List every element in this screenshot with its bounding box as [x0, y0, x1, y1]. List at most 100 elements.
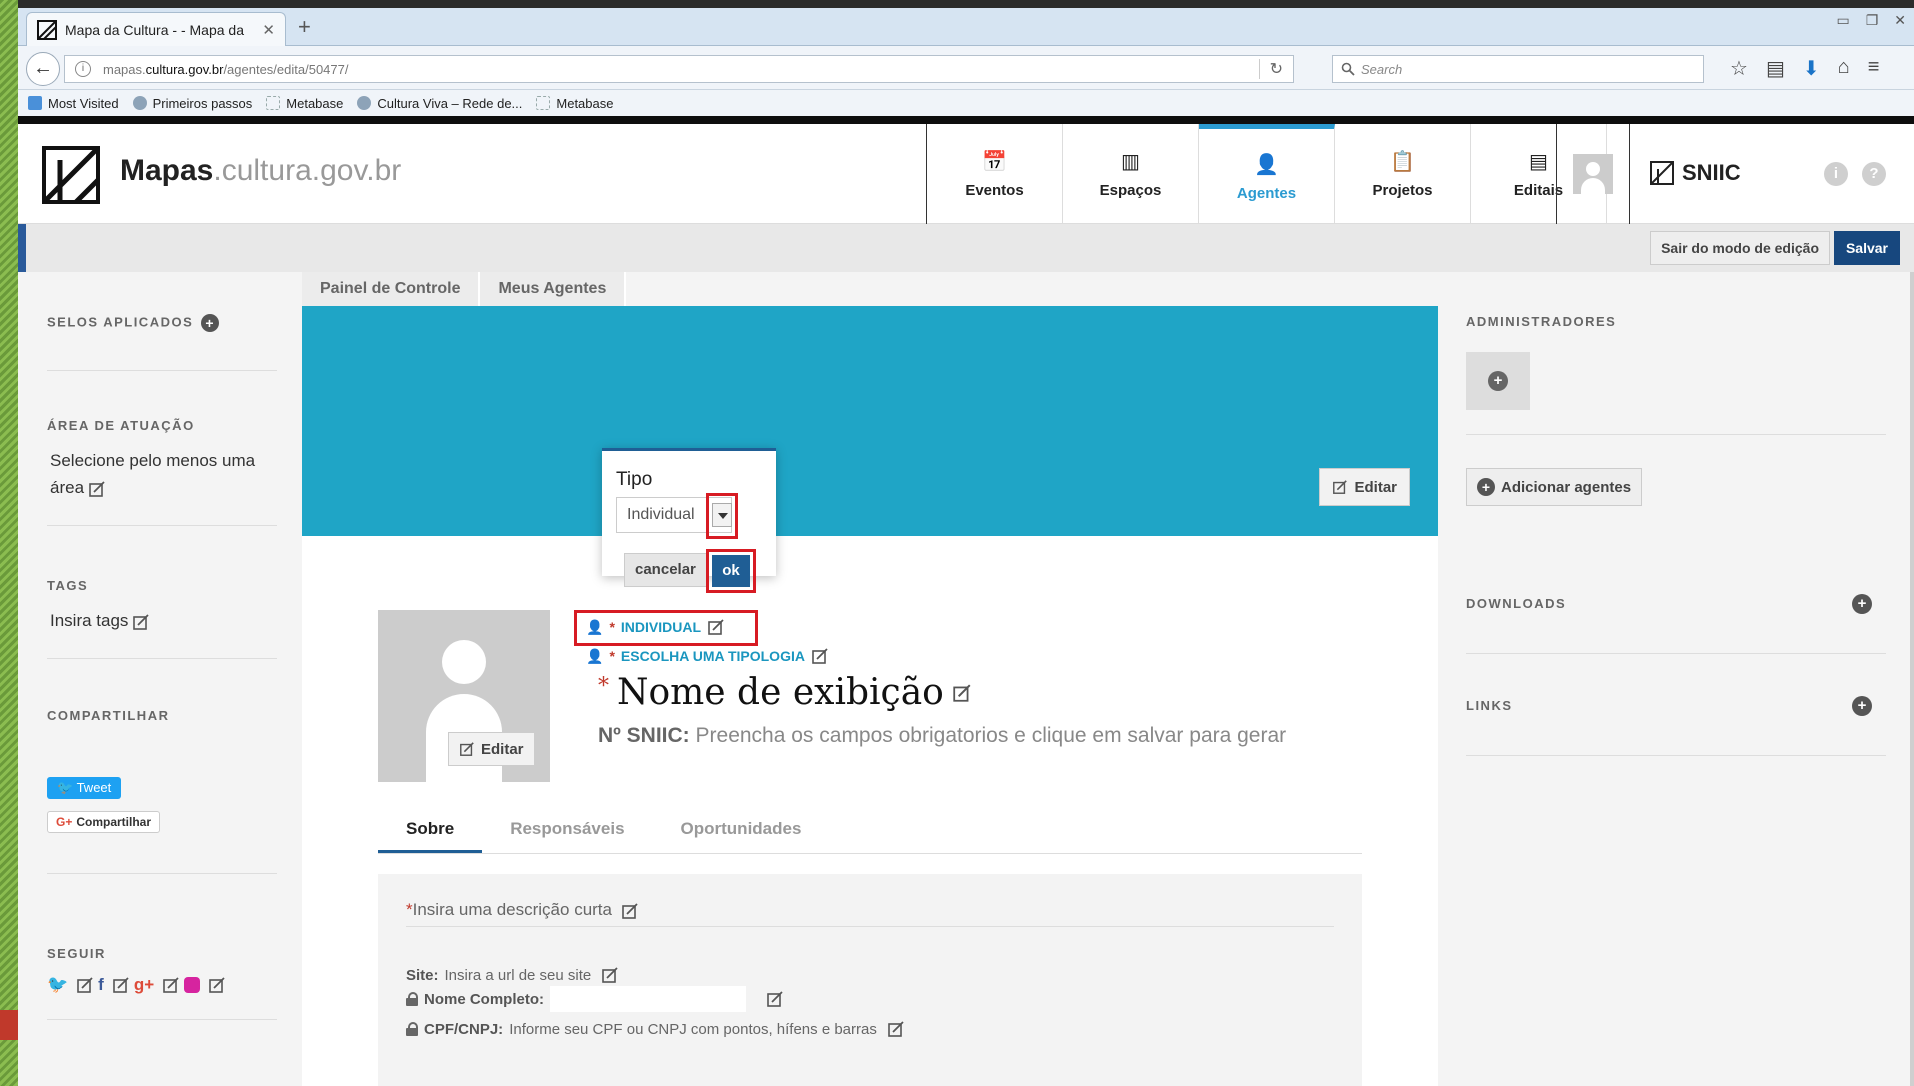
- close-window-icon[interactable]: ✕: [1894, 12, 1906, 29]
- edit-icon[interactable]: [208, 976, 226, 994]
- cpf-cnpj-field[interactable]: CPF/CNPJ: Informe seu CPF ou CNPJ com pon…: [406, 1020, 905, 1038]
- plus-icon: +: [1488, 371, 1508, 391]
- edit-icon: [1333, 480, 1348, 494]
- reload-icon[interactable]: ↻: [1258, 59, 1283, 79]
- agent-avatar: Editar: [378, 610, 550, 782]
- window-controls: ▭ ❐ ✕: [1836, 12, 1906, 29]
- downloads-section: DOWNLOADS +: [1466, 594, 1886, 654]
- breadcrumb-painel[interactable]: Painel de Controle: [302, 272, 481, 306]
- edit-icon[interactable]: [132, 613, 150, 631]
- edit-icon[interactable]: [952, 683, 972, 703]
- nav-eventos[interactable]: 📅 Eventos: [927, 124, 1063, 224]
- tab-oportunidades[interactable]: Oportunidades: [653, 806, 830, 853]
- bookmark-most-visited[interactable]: Most Visited: [28, 96, 119, 111]
- facebook-icon[interactable]: f: [98, 975, 104, 995]
- nav-agentes[interactable]: 👤 Agentes: [1199, 124, 1335, 224]
- menu-icon[interactable]: ≡: [1868, 56, 1880, 81]
- edit-icon[interactable]: [162, 976, 180, 994]
- info-icon[interactable]: i: [75, 61, 91, 77]
- sniic-number: Nº SNIIC: Preencha os campos obrigatorio…: [598, 724, 1287, 747]
- back-arrow-icon[interactable]: ←: [26, 52, 60, 86]
- edit-icon[interactable]: [621, 902, 639, 920]
- site-brand[interactable]: Mapas.cultura.gov.br: [120, 154, 401, 188]
- bookmark-cultura-viva[interactable]: Cultura Viva – Rede de...: [357, 96, 522, 111]
- new-tab-icon[interactable]: +: [298, 14, 311, 40]
- user-menu[interactable]: [1556, 124, 1630, 224]
- bookmark-metabase-2[interactable]: Metabase: [536, 96, 613, 111]
- tab-responsaveis[interactable]: Responsáveis: [482, 806, 652, 853]
- minimize-icon[interactable]: ▭: [1836, 12, 1849, 29]
- url-bar[interactable]: i mapas. cultura.gov.br/agentes/edita/504…: [64, 55, 1294, 83]
- cancel-button[interactable]: cancelar: [624, 553, 707, 587]
- site-field[interactable]: Site: Insira a url de seu site: [406, 966, 619, 984]
- info-icon[interactable]: i: [1824, 162, 1848, 186]
- help-icon[interactable]: ?: [1862, 162, 1886, 186]
- edit-avatar-button[interactable]: Editar: [448, 732, 535, 766]
- breadcrumb-meus-agentes[interactable]: Meus Agentes: [480, 272, 627, 306]
- search-bar[interactable]: Search: [1332, 55, 1704, 83]
- tags-section: TAGS Insira tags: [47, 578, 277, 660]
- exit-edit-mode-button[interactable]: Sair do modo de edição: [1650, 231, 1830, 265]
- left-sidebar: SELOS APLICADOS + ÁREA DE ATUAÇÃO Selecio…: [18, 272, 292, 1086]
- cover-image: Editar: [302, 306, 1438, 536]
- restore-icon[interactable]: ❐: [1866, 12, 1879, 29]
- full-name-field[interactable]: Nome Completo:: [406, 986, 784, 1012]
- area-placeholder[interactable]: Selecione pelo menos uma área: [50, 451, 255, 497]
- twitter-icon[interactable]: 🐦: [47, 975, 68, 995]
- home-icon[interactable]: ⌂: [1838, 56, 1850, 81]
- edit-icon[interactable]: [811, 647, 829, 665]
- add-selo-icon[interactable]: +: [201, 314, 220, 332]
- bookmark-primeiros-passos[interactable]: Primeiros passos: [132, 96, 252, 111]
- add-link-icon[interactable]: +: [1852, 696, 1872, 716]
- edit-icon: [460, 742, 474, 756]
- nav-projetos[interactable]: 📋 Projetos: [1335, 124, 1471, 224]
- add-admin-button[interactable]: +: [1466, 352, 1530, 410]
- edit-icon[interactable]: [601, 966, 619, 984]
- mapas-logo-icon[interactable]: [42, 146, 100, 204]
- browser-window: Mapa da Cultura - - Mapa da ✕ + ▭ ❐ ✕ ← …: [18, 8, 1914, 1086]
- google-plus-icon[interactable]: g+: [134, 975, 154, 995]
- edit-cover-button[interactable]: Editar: [1319, 468, 1410, 506]
- save-button[interactable]: Salvar: [1833, 231, 1900, 265]
- sniic-icon: [1650, 161, 1674, 185]
- highlight-select-caret: [706, 493, 738, 539]
- nav-espacos[interactable]: ▥ Espaços: [1063, 124, 1199, 224]
- calendar-icon: 📅: [982, 151, 1007, 173]
- edit-icon[interactable]: [112, 976, 130, 994]
- short-description-field[interactable]: *Insira uma descrição curta: [406, 900, 1334, 927]
- globe-icon: [357, 96, 372, 110]
- type-popup: Tipo Individual cancelar ok: [602, 448, 776, 593]
- agent-typology[interactable]: 👤 * ESCOLHA UMA TIPOLOGIA: [586, 647, 829, 665]
- edit-icon[interactable]: [76, 976, 94, 994]
- edit-icon[interactable]: [766, 990, 784, 1008]
- sniic-logo[interactable]: SNIIC: [1650, 160, 1741, 186]
- profile-area: Editar 👤 * INDIVIDUAL 👤 * ESCOLHA UMA TIPOLO…: [302, 536, 1438, 1086]
- bookmark-star-icon[interactable]: ☆: [1730, 56, 1748, 81]
- edit-icon[interactable]: [88, 480, 106, 498]
- browser-tab[interactable]: Mapa da Cultura - - Mapa da ✕: [26, 12, 286, 46]
- close-tab-icon[interactable]: ✕: [262, 21, 275, 39]
- add-download-icon[interactable]: +: [1852, 594, 1872, 614]
- google-plus-share-button[interactable]: G+ Compartilhar: [47, 811, 161, 833]
- profile-tabs: Sobre Responsáveis Oportunidades: [378, 806, 1362, 854]
- reading-list-icon[interactable]: ▤: [1766, 56, 1785, 81]
- globe-icon: [132, 96, 147, 110]
- download-icon[interactable]: ⬇: [1803, 56, 1820, 81]
- tab-sobre[interactable]: Sobre: [378, 806, 483, 853]
- instagram-icon[interactable]: [184, 977, 201, 993]
- full-name-input[interactable]: [550, 986, 746, 1012]
- about-panel: *Insira uma descrição curta Site: Insira …: [378, 874, 1362, 1086]
- edit-icon[interactable]: [887, 1020, 905, 1038]
- url-prefix: mapas.: [103, 61, 146, 77]
- display-name[interactable]: * Nome de exibição: [598, 672, 972, 713]
- tweet-button[interactable]: 🐦 Tweet: [47, 777, 122, 799]
- scrollbar[interactable]: [1910, 272, 1914, 1086]
- type-popup-title: Tipo: [616, 469, 653, 490]
- admins-section: ADMINISTRADORES + + Adicionar agentes: [1466, 314, 1886, 506]
- tags-title: TAGS: [47, 578, 89, 593]
- add-agents-button[interactable]: + Adicionar agentes: [1466, 468, 1643, 506]
- tags-placeholder[interactable]: Insira tags: [50, 611, 128, 630]
- selos-title: SELOS APLICADOS: [47, 314, 194, 330]
- bookmark-metabase[interactable]: Metabase: [266, 96, 343, 111]
- person-icon: 👤: [1254, 153, 1279, 176]
